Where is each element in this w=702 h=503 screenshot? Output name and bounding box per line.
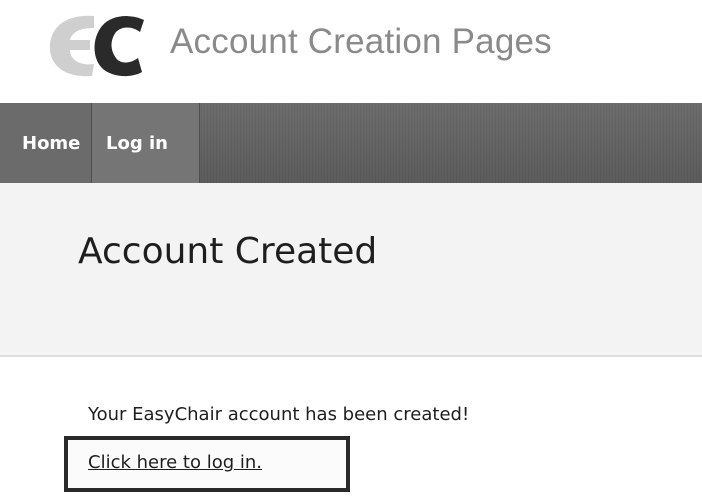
site-header: Account Creation Pages	[0, 0, 702, 100]
main-navbar: Home Log in	[0, 103, 702, 183]
page-heading-band: Account Created	[0, 183, 702, 357]
login-link-highlight-box: Click here to log in.	[64, 436, 350, 492]
site-title: Account Creation Pages	[170, 22, 552, 61]
account-created-message: Your EasyChair account has been created!	[88, 404, 470, 425]
nav-login-link[interactable]: Log in	[92, 103, 200, 183]
login-link[interactable]: Click here to log in.	[88, 452, 262, 473]
nav-home-link[interactable]: Home	[0, 103, 92, 183]
easychair-ec-logo-icon[interactable]	[40, 10, 150, 82]
page-title: Account Created	[78, 231, 378, 272]
